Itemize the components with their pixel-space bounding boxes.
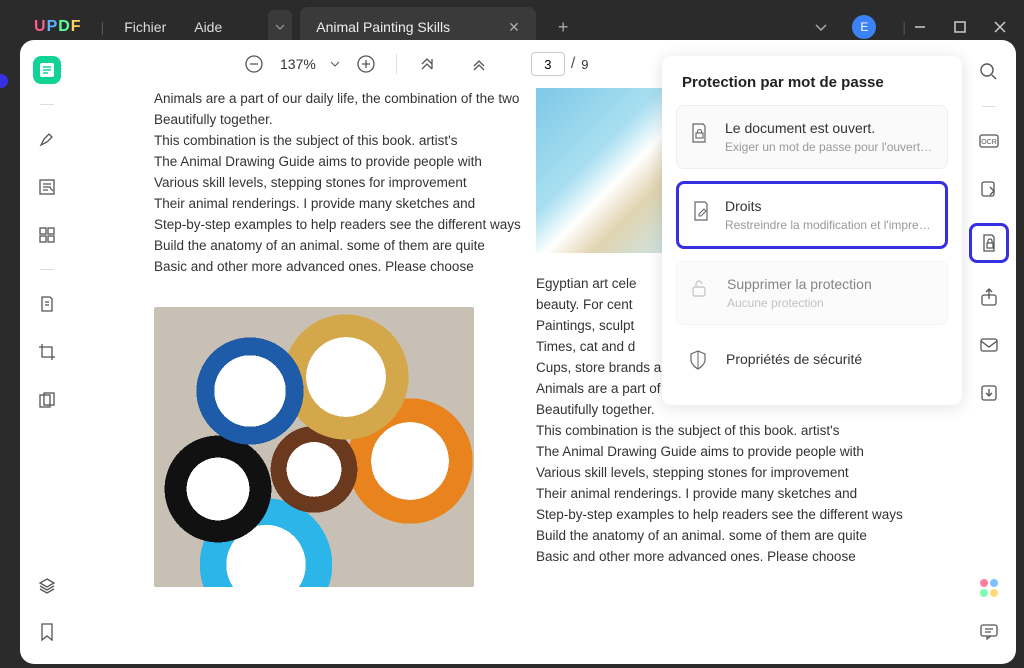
right-sidebar: OCR [962,40,1016,664]
document-lock-icon [689,120,711,154]
share-icon[interactable] [975,283,1003,311]
shield-icon [688,347,712,371]
left-edge-indicator [0,74,8,88]
zoom-value: 137% [280,56,316,72]
crop-icon[interactable] [33,338,61,366]
app-logo: UPDF [34,18,81,36]
zoom-in-button[interactable] [354,52,378,76]
tab-title: Animal Painting Skills [316,19,450,35]
reader-mode-icon[interactable] [33,56,61,84]
panel-item-remove-protection: Supprimer la protection Aucune protectio… [676,261,948,325]
zoom-out-button[interactable] [242,52,266,76]
prev-page-button[interactable] [467,52,491,76]
panel-item-security-properties[interactable]: Propriétés de sécurité [676,337,948,375]
tab-add-button[interactable]: + [558,17,569,38]
left-sidebar [20,40,74,664]
unlock-icon [689,276,713,310]
email-icon[interactable] [975,331,1003,359]
close-icon[interactable]: ✕ [508,19,520,36]
edit-text-icon[interactable] [33,173,61,201]
menu-file[interactable]: Fichier [124,19,166,35]
extract-pages-icon[interactable] [33,386,61,414]
bookmark-icon[interactable] [33,618,61,646]
first-page-button[interactable] [415,52,439,76]
convert-icon[interactable] [975,175,1003,203]
panel-title: Protection par mot de passe [676,70,948,105]
comment-icon[interactable] [975,618,1003,646]
layers-icon[interactable] [33,572,61,600]
document-edit-icon [691,198,711,232]
tab-hidden-dropdown[interactable] [268,10,292,44]
organize-pages-icon[interactable] [33,221,61,249]
menu-help[interactable]: Aide [194,19,222,35]
svg-text:OCR: OCR [981,139,997,146]
save-icon[interactable] [975,379,1003,407]
highlighter-icon[interactable] [33,125,61,153]
page-input[interactable] [531,52,565,76]
password-protection-panel: Protection par mot de passe Le document … [662,56,962,405]
search-icon[interactable] [975,58,1003,86]
close-button[interactable] [994,21,1006,33]
text-block-left: Animals are a part of our daily life, th… [154,88,494,277]
paint-buckets-image [154,307,474,587]
page-sep: / [571,55,575,73]
zoom-dropdown-icon[interactable] [330,60,340,68]
protect-icon[interactable] [969,223,1009,263]
panel-item-document-open[interactable]: Le document est ouvert. Exiger un mot de… [676,105,948,169]
avatar[interactable]: E [852,15,876,39]
chevron-down-icon[interactable] [814,22,828,32]
page-total: 9 [581,57,588,72]
maximize-button[interactable] [954,21,966,33]
page-tool-icon[interactable] [33,290,61,318]
minimize-button[interactable] [914,21,926,33]
ocr-icon[interactable]: OCR [975,127,1003,155]
nexus-icon[interactable] [975,574,1003,602]
panel-item-permissions[interactable]: Droits Restreindre la modification et l'… [676,181,948,249]
